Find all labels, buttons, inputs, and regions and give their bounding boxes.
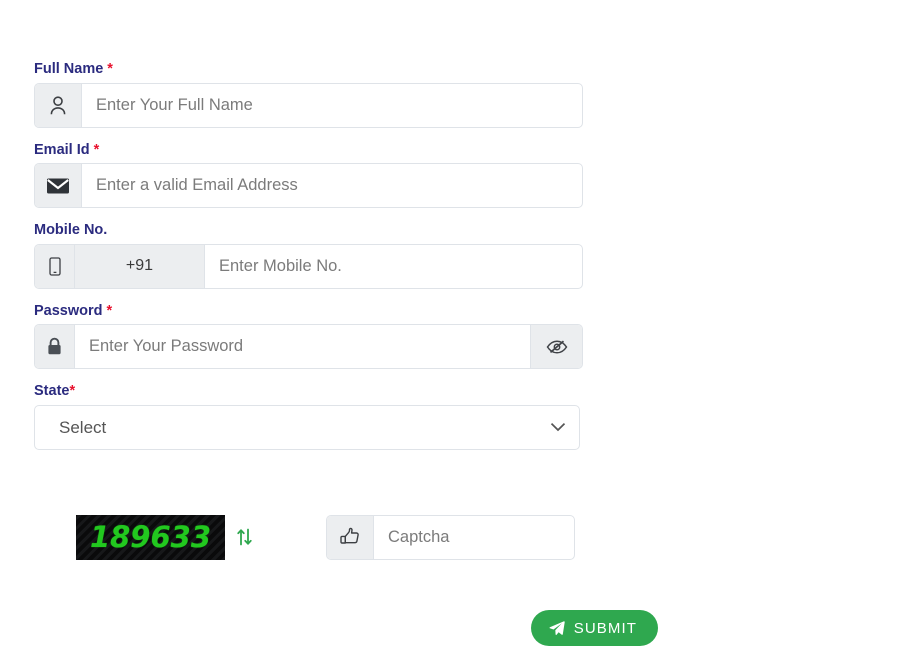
registration-form: Full Name* Email Id* [34, 62, 658, 646]
full-name-required-asterisk: * [107, 61, 113, 77]
registration-form-page: Full Name* Email Id* [0, 0, 915, 660]
password-label: Password * [34, 302, 583, 319]
submit-button[interactable]: SUBMIT [530, 610, 658, 646]
full-name-input-group[interactable] [34, 82, 583, 128]
captcha-code: 189633 [89, 520, 212, 554]
state-required-asterisk: * [69, 383, 76, 399]
captcha-row: 189633 [34, 502, 594, 572]
email-required-asterisk: * [93, 141, 100, 158]
state-select-wrapper[interactable]: Select [34, 404, 580, 450]
mobile-label-text: Mobile No. [34, 222, 108, 238]
state-label-text: State [34, 383, 70, 399]
mobile-phone-icon [35, 244, 75, 288]
full-name-label: Full Name * [34, 62, 583, 77]
password-input[interactable] [75, 325, 530, 368]
refresh-arrows-icon[interactable] [234, 525, 254, 549]
country-code-prefix: +91 [75, 244, 205, 288]
password-input-group[interactable] [34, 324, 583, 369]
captcha-input[interactable] [374, 515, 574, 559]
email-label-text: Email Id [34, 141, 90, 158]
state-label: State* [34, 384, 583, 399]
mobile-input[interactable] [205, 244, 582, 288]
user-icon [35, 83, 82, 127]
paper-plane-icon [549, 620, 565, 636]
state-select[interactable]: Select [34, 404, 580, 450]
submit-button-label: SUBMIT [573, 619, 637, 637]
full-name-input[interactable] [82, 83, 582, 127]
pointing-hand-icon [327, 515, 374, 559]
email-input[interactable] [82, 164, 582, 207]
captcha-image: 189633 [76, 514, 225, 560]
password-required-asterisk: * [106, 302, 113, 319]
email-label: Email Id * [34, 141, 583, 158]
mobile-input-group[interactable]: +91 [34, 243, 583, 289]
mobile-label: Mobile No. [34, 223, 583, 238]
lock-icon [35, 325, 75, 368]
email-input-group[interactable] [34, 163, 583, 208]
full-name-label-text: Full Name [34, 61, 104, 77]
envelope-icon [35, 164, 82, 207]
password-label-text: Password [34, 302, 103, 319]
eye-slash-icon[interactable] [530, 325, 582, 368]
captcha-input-group[interactable] [326, 514, 575, 560]
submit-row: SUBMIT [34, 610, 658, 646]
